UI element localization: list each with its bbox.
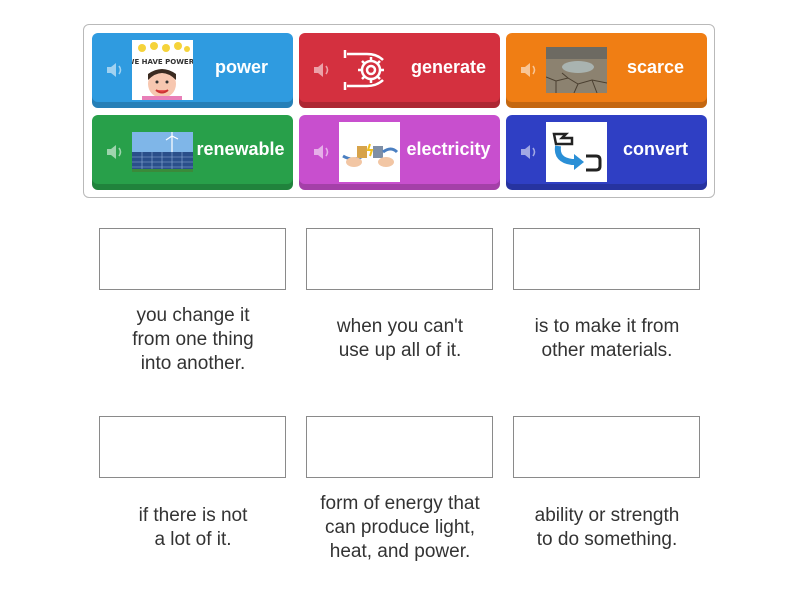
electric-plug-connection-image (339, 122, 400, 182)
tile-word: electricity (406, 139, 491, 159)
tile-renewable[interactable]: renewable (92, 115, 293, 190)
tile-convert[interactable]: convert (506, 115, 707, 190)
tile-word: scarce (626, 57, 685, 77)
definition-text: is to make it from other materials. (534, 316, 680, 361)
poster-text: WE HAVE POWER! (132, 58, 193, 66)
tile-scarce[interactable]: scarce (506, 33, 707, 108)
tile-electricity[interactable]: electricity (299, 115, 500, 190)
definition-text: when you can't use up all of it. (336, 316, 464, 361)
tile-word: power (214, 57, 268, 77)
speaker-icon[interactable] (519, 143, 539, 161)
cracked-dry-earth-image (546, 47, 607, 93)
drop-slot-6[interactable] (513, 416, 700, 478)
drop-slot-5[interactable] (306, 416, 493, 478)
drop-slot-2[interactable] (306, 228, 493, 290)
definition-text: if there is not a lot of it. (138, 505, 248, 550)
gear-in-hands-icon (339, 40, 400, 100)
we-have-power-cartoon-image: WE HAVE POWER! (132, 40, 193, 100)
speaker-icon[interactable] (519, 61, 539, 79)
tile-power[interactable]: WE HAVE POWER! power (92, 33, 293, 108)
drop-slot-3[interactable] (513, 228, 700, 290)
solar-panels-wind-turbine-image (132, 132, 193, 172)
speaker-icon[interactable] (312, 143, 332, 161)
tile-word: renewable (196, 139, 285, 159)
convert-arrow-icon (546, 122, 607, 182)
tile-word: convert (622, 139, 689, 159)
drop-slot-1[interactable] (99, 228, 286, 290)
drop-slot-4[interactable] (99, 416, 286, 478)
speaker-icon[interactable] (312, 61, 332, 79)
definition-text: form of energy that can produce light, hea… (320, 493, 480, 562)
tile-generate[interactable]: generate (299, 33, 500, 108)
speaker-icon[interactable] (105, 61, 125, 79)
speaker-icon[interactable] (105, 143, 125, 161)
tile-word: generate (410, 57, 487, 77)
definition-text: you change it from one thing into another. (132, 305, 254, 374)
definition-text: ability or strength to do something. (534, 505, 680, 550)
